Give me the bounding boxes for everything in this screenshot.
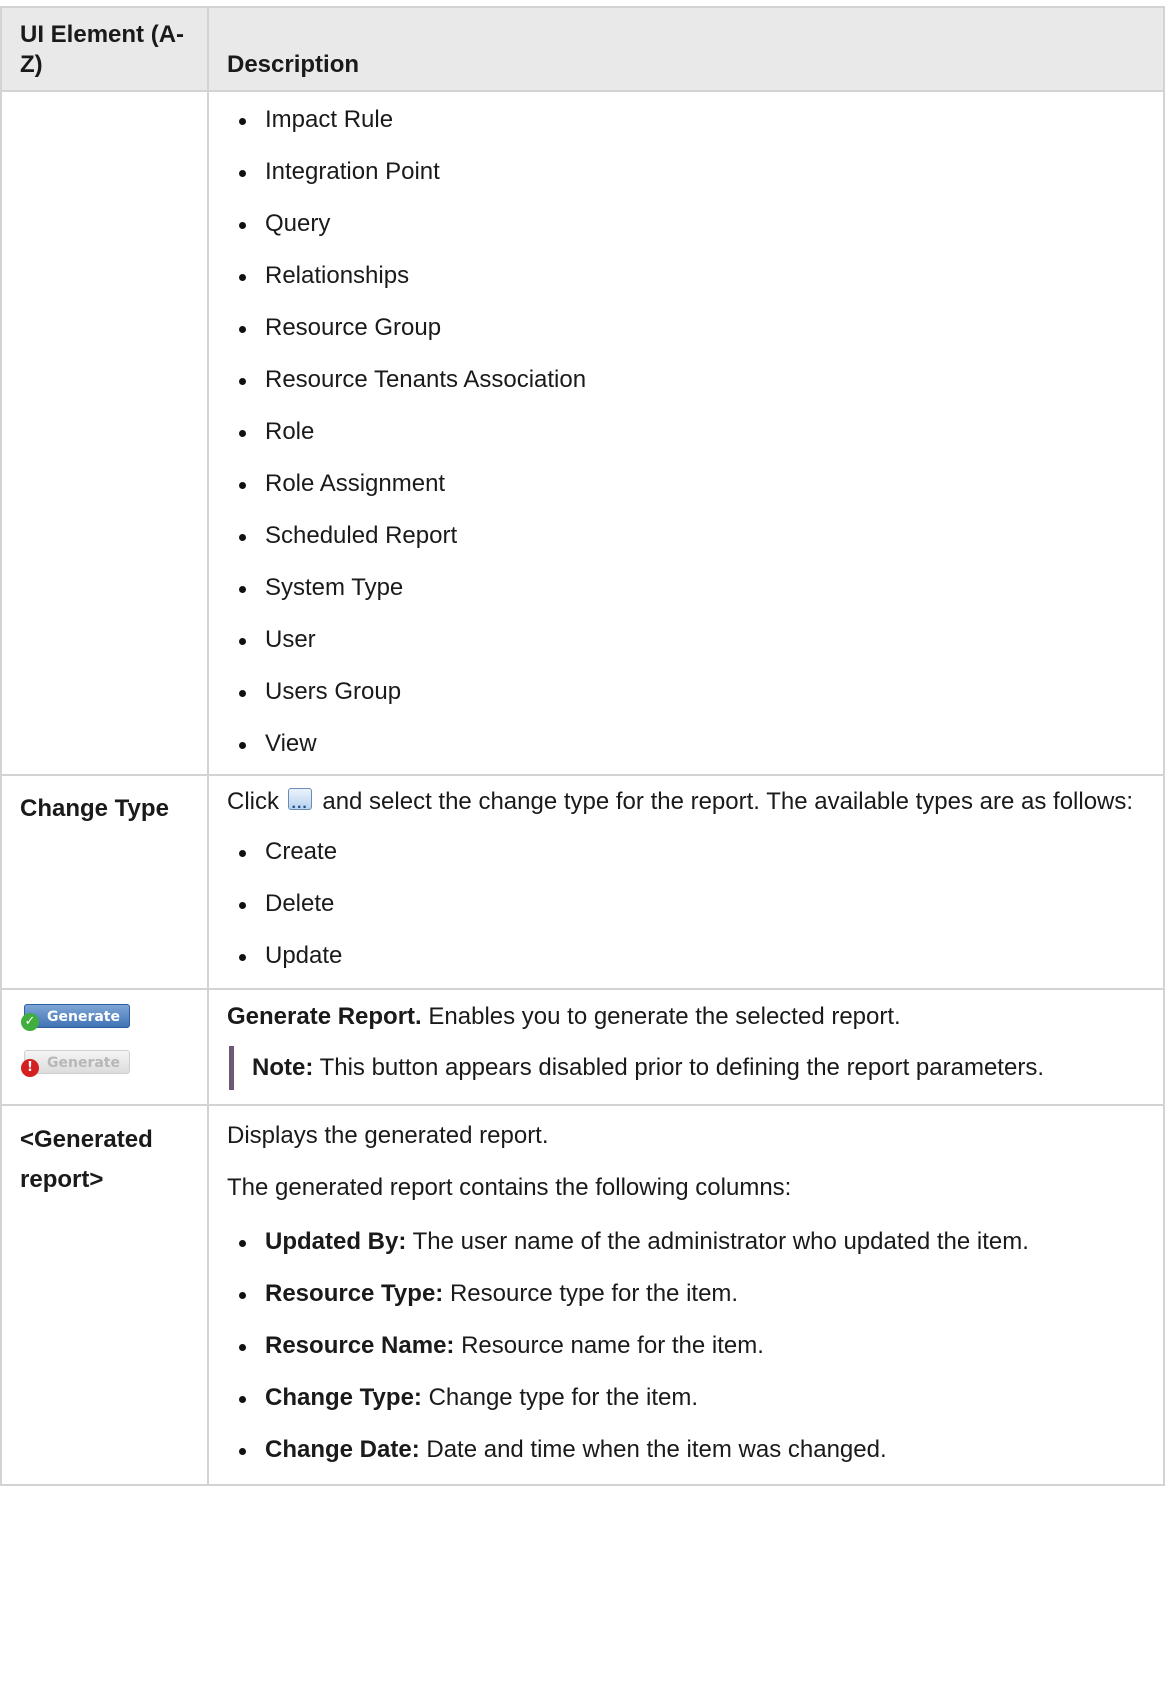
change-type-list: Create Delete Update [227, 826, 1145, 982]
generate-button-label: Generate [47, 1009, 120, 1025]
list-item: Users Group [227, 666, 1145, 718]
report-columns-list: Updated By: The user name of the adminis… [227, 1216, 1145, 1476]
column-name: Resource Name: [265, 1332, 455, 1359]
list-item: Change Type: Change type for the item. [227, 1372, 1145, 1424]
list-item: Delete [227, 878, 1145, 930]
column-desc: Resource name for the item. [461, 1332, 764, 1359]
element-cell-generate-buttons: ✓ Generate ! Generate [0, 988, 209, 1106]
column-desc: Resource type for the item. [449, 1280, 739, 1307]
list-item: Scheduled Report [227, 510, 1145, 562]
generated-report-intro: Displays the generated report. [227, 1122, 549, 1149]
list-item: Change Date: Date and time when the item… [227, 1424, 1145, 1476]
column-name: Resource Type: [265, 1280, 444, 1307]
note-label: Note: [252, 1054, 314, 1081]
element-cell-empty [0, 90, 209, 776]
ellipsis-button-icon[interactable]: ... [287, 788, 312, 812]
list-item: Resource Name: Resource name for the ite… [227, 1320, 1145, 1372]
list-item: Query [227, 198, 1145, 250]
table-header-row: UI Element (A-Z) Description [0, 6, 1165, 92]
list-item: Resource Tenants Association [227, 354, 1145, 406]
list-item: Impact Rule [227, 94, 1145, 146]
table-row: Impact Rule Integration Point Query Rela… [0, 90, 1165, 776]
list-item: Resource Group [227, 302, 1145, 354]
column-name: Change Date: [265, 1436, 420, 1463]
element-label-change-type: Change Type [0, 774, 209, 990]
list-item: Updated By: The user name of the adminis… [227, 1216, 1145, 1268]
list-item: Integration Point [227, 146, 1145, 198]
generate-button-enabled[interactable]: ✓ Generate [21, 1004, 130, 1031]
text-click: Click [227, 788, 279, 815]
generate-button-disabled-label: Generate [47, 1055, 120, 1071]
error-icon: ! [21, 1059, 39, 1077]
ui-element-table: UI Element (A-Z) Description Impact Rule… [0, 6, 1165, 1486]
description-cell: Click ... and select the change type for… [207, 774, 1165, 990]
generate-description: Generate Report. Enables you to generate… [227, 1002, 1145, 1032]
change-type-instructions: Click ... and select the change type for… [227, 780, 1145, 824]
list-item: Relationships [227, 250, 1145, 302]
column-name: Change Type: [265, 1384, 422, 1411]
column-name: Updated By: [265, 1228, 407, 1255]
description-cell: Impact Rule Integration Point Query Rela… [207, 90, 1165, 776]
list-item: Update [227, 930, 1145, 982]
list-item: Role [227, 406, 1145, 458]
list-item: Resource Type: Resource type for the ite… [227, 1268, 1145, 1320]
header-description: Description [207, 6, 1165, 92]
resource-type-list: Impact Rule Integration Point Query Rela… [227, 94, 1145, 770]
check-icon: ✓ [21, 1013, 39, 1031]
list-item: System Type [227, 562, 1145, 614]
table-row: ✓ Generate ! Generate Generate Report. E… [0, 988, 1165, 1106]
generate-title: Generate Report. [227, 1003, 422, 1030]
column-desc: The user name of the administrator who u… [412, 1228, 1029, 1255]
description-cell: Displays the generated report. The gener… [207, 1104, 1165, 1486]
column-desc: Change type for the item. [428, 1384, 699, 1411]
note-text: This button appears disabled prior to de… [319, 1054, 1044, 1081]
column-desc: Date and time when the item was changed. [426, 1436, 887, 1463]
element-label-generated-report: <Generated report> [0, 1104, 209, 1486]
table-row: Change Type Click ... and select the cha… [0, 774, 1165, 990]
description-cell: Generate Report. Enables you to generate… [207, 988, 1165, 1106]
generate-button-disabled[interactable]: ! Generate [21, 1050, 130, 1077]
list-item: View [227, 718, 1145, 770]
list-item: User [227, 614, 1145, 666]
text-select-change-type: and select the change type for the repor… [322, 788, 1134, 815]
list-item: Role Assignment [227, 458, 1145, 510]
generated-report-columns-intro: The generated report contains the follow… [227, 1174, 792, 1201]
list-item: Create [227, 826, 1145, 878]
note-box: Note: This button appears disabled prior… [229, 1046, 1145, 1090]
table-row: <Generated report> Displays the generate… [0, 1104, 1165, 1486]
header-ui-element: UI Element (A-Z) [0, 6, 209, 92]
generate-text: Enables you to generate the selected rep… [428, 1003, 901, 1030]
